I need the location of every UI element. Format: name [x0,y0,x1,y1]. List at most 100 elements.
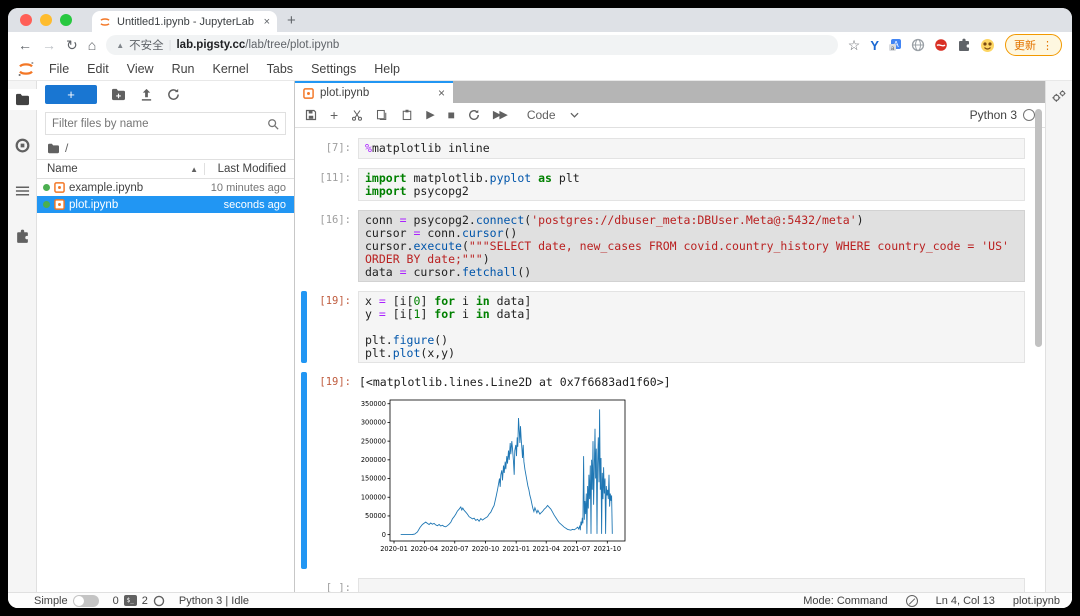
menu-kernel[interactable]: Kernel [204,62,258,76]
menu-file[interactable]: File [40,62,78,76]
menu-help[interactable]: Help [365,62,409,76]
file-filter-input[interactable] [52,118,267,130]
code-cell[interactable]: [ ]: [301,578,1025,592]
cell-editor[interactable]: x = [i[0] for i in data]y = [i[1] for i … [358,291,1025,363]
chrome-menu-icon[interactable]: ⋮ [1042,39,1053,52]
y-extension-icon[interactable]: Y [870,38,879,53]
translate-extension-icon[interactable]: A a [888,38,902,52]
empty-cell-editor[interactable] [358,578,1025,592]
column-modified-label[interactable]: Last Modified [204,163,294,175]
breadcrumb[interactable]: / [37,137,294,159]
menu-edit[interactable]: Edit [78,62,118,76]
cell-collapser[interactable] [301,138,307,159]
toggle-switch[interactable] [73,595,99,607]
chevron-down-icon [570,112,579,118]
save-button[interactable] [305,109,317,121]
property-inspector-gears-icon[interactable] [1051,89,1067,103]
cell-editor[interactable]: %matplotlib inline [358,138,1025,159]
new-tab-button[interactable]: + [287,12,296,29]
paste-cell-button[interactable] [401,109,413,121]
svg-text:300000: 300000 [361,419,386,427]
new-launcher-button[interactable]: + [45,85,97,104]
refresh-files-icon[interactable] [167,88,180,101]
menu-tabs[interactable]: Tabs [258,62,302,76]
file-modified: 10 minutes ago [211,182,286,194]
maximize-window-button[interactable] [60,14,72,26]
file-name: plot.ipynb [69,199,220,211]
restart-run-all-button[interactable]: ▶▶ [493,110,506,121]
cell-collapser[interactable] [301,168,307,202]
file-row[interactable]: example.ipynb10 minutes ago [37,179,294,196]
upload-icon[interactable] [140,88,153,101]
run-cell-button[interactable]: ▶ [426,110,434,121]
column-name-label[interactable]: Name [47,163,78,175]
code-line: plt.figure() [365,334,1018,347]
file-row[interactable]: plot.ipynbseconds ago [37,196,294,213]
restart-kernel-button[interactable] [468,109,480,121]
copy-cell-button[interactable] [376,109,388,121]
code-cell[interactable]: [16]:conn = psycopg2.connect('postgres:/… [301,210,1025,282]
cell-collapser[interactable] [301,372,307,569]
code-cell[interactable]: [7]:%matplotlib inline [301,138,1025,159]
menu-settings[interactable]: Settings [302,62,365,76]
back-icon[interactable]: ← [18,38,32,52]
notification-bell-icon[interactable] [906,595,918,607]
cell-collapser[interactable] [301,291,307,363]
notebook-file-icon [54,182,65,193]
extension-icons: Y A a [870,38,995,53]
notebook-area: plot.ipynb × + [295,81,1045,592]
menu-view[interactable]: View [118,62,163,76]
input-prompt: [ ]: [308,578,358,592]
not-secure-label: 不安全 [129,37,164,53]
refresh-icon[interactable]: ↻ [66,38,78,52]
mode-indicator[interactable]: Mode: Command [803,595,887,607]
code-cell[interactable]: [11]:import matplotlib.pyplot as pltimpo… [301,168,1025,202]
cell-collapser[interactable] [301,578,307,592]
browser-tab[interactable]: Untitled1.ipynb - JupyterLab × [92,11,277,32]
simple-mode-toggle[interactable]: Simple [34,595,99,607]
cell-collapser[interactable] [301,210,307,282]
notebook-scrollbar[interactable] [1035,109,1042,347]
cursor-position[interactable]: Ln 4, Col 13 [936,595,995,607]
jupyterlab-menubar: FileEditViewRunKernelTabsSettingsHelp [8,58,1072,81]
terminals-count: 0 [113,595,119,607]
menu-run[interactable]: Run [163,62,204,76]
extensions-puzzle-icon[interactable] [957,38,971,52]
output-cell[interactable]: [19]:[<matplotlib.lines.Line2D at 0x7f66… [301,372,1025,569]
red-extension-icon[interactable] [934,38,948,52]
breadcrumb-root[interactable]: / [65,141,68,155]
sidebar-tab-running-kernels[interactable] [8,134,37,157]
sidebar-tab-extensions[interactable] [8,225,37,248]
new-folder-icon[interactable] [111,88,126,101]
sidebar-tab-table-of-contents[interactable] [8,181,37,201]
file-list-header: Name ▲ Last Modified [37,159,294,179]
bookmark-star-icon[interactable]: ☆ [848,38,861,52]
notebook-tab-close-icon[interactable]: × [438,86,445,100]
update-label: 更新 [1014,37,1036,53]
code-cell[interactable]: [19]:x = [i[0] for i in data]y = [i[1] f… [301,291,1025,363]
sidebar-tab-file-browser[interactable] [8,89,37,110]
cell-editor[interactable]: conn = psycopg2.connect('postgres://dbus… [358,210,1025,282]
file-browser-toolbar: + [37,81,294,108]
kernel-indicator[interactable]: Python 3 [970,108,1035,122]
home-icon[interactable]: ⌂ [88,38,96,52]
stop-kernel-button[interactable]: ■ [448,109,455,121]
tab-close-icon[interactable]: × [264,16,270,28]
file-filter-box[interactable] [45,112,286,135]
cell-type-dropdown[interactable]: Code [527,108,579,122]
globe-extension-icon[interactable] [911,38,925,52]
notebook-file-icon [303,88,314,99]
forward-icon[interactable]: → [42,38,56,52]
notebook-tab[interactable]: plot.ipynb × [295,81,453,103]
kernel-status-label[interactable]: Python 3 | Idle [179,595,249,607]
avatar-emoji-icon[interactable] [980,38,995,53]
browser-toolbar: ← → ↻ ⌂ ▲ 不安全 | lab.pigsty.cc/lab/tree/p… [8,32,1072,58]
address-bar[interactable]: ▲ 不安全 | lab.pigsty.cc/lab/tree/plot.ipyn… [106,35,838,55]
cell-editor[interactable]: import matplotlib.pyplot as pltimport ps… [358,168,1025,202]
cut-cell-button[interactable] [351,109,363,121]
minimize-window-button[interactable] [40,14,52,26]
add-cell-button[interactable]: + [330,108,338,122]
close-window-button[interactable] [20,14,32,26]
chrome-update-button[interactable]: 更新 ⋮ [1005,34,1062,56]
running-sessions[interactable]: 0 $_ 2 [113,595,165,607]
